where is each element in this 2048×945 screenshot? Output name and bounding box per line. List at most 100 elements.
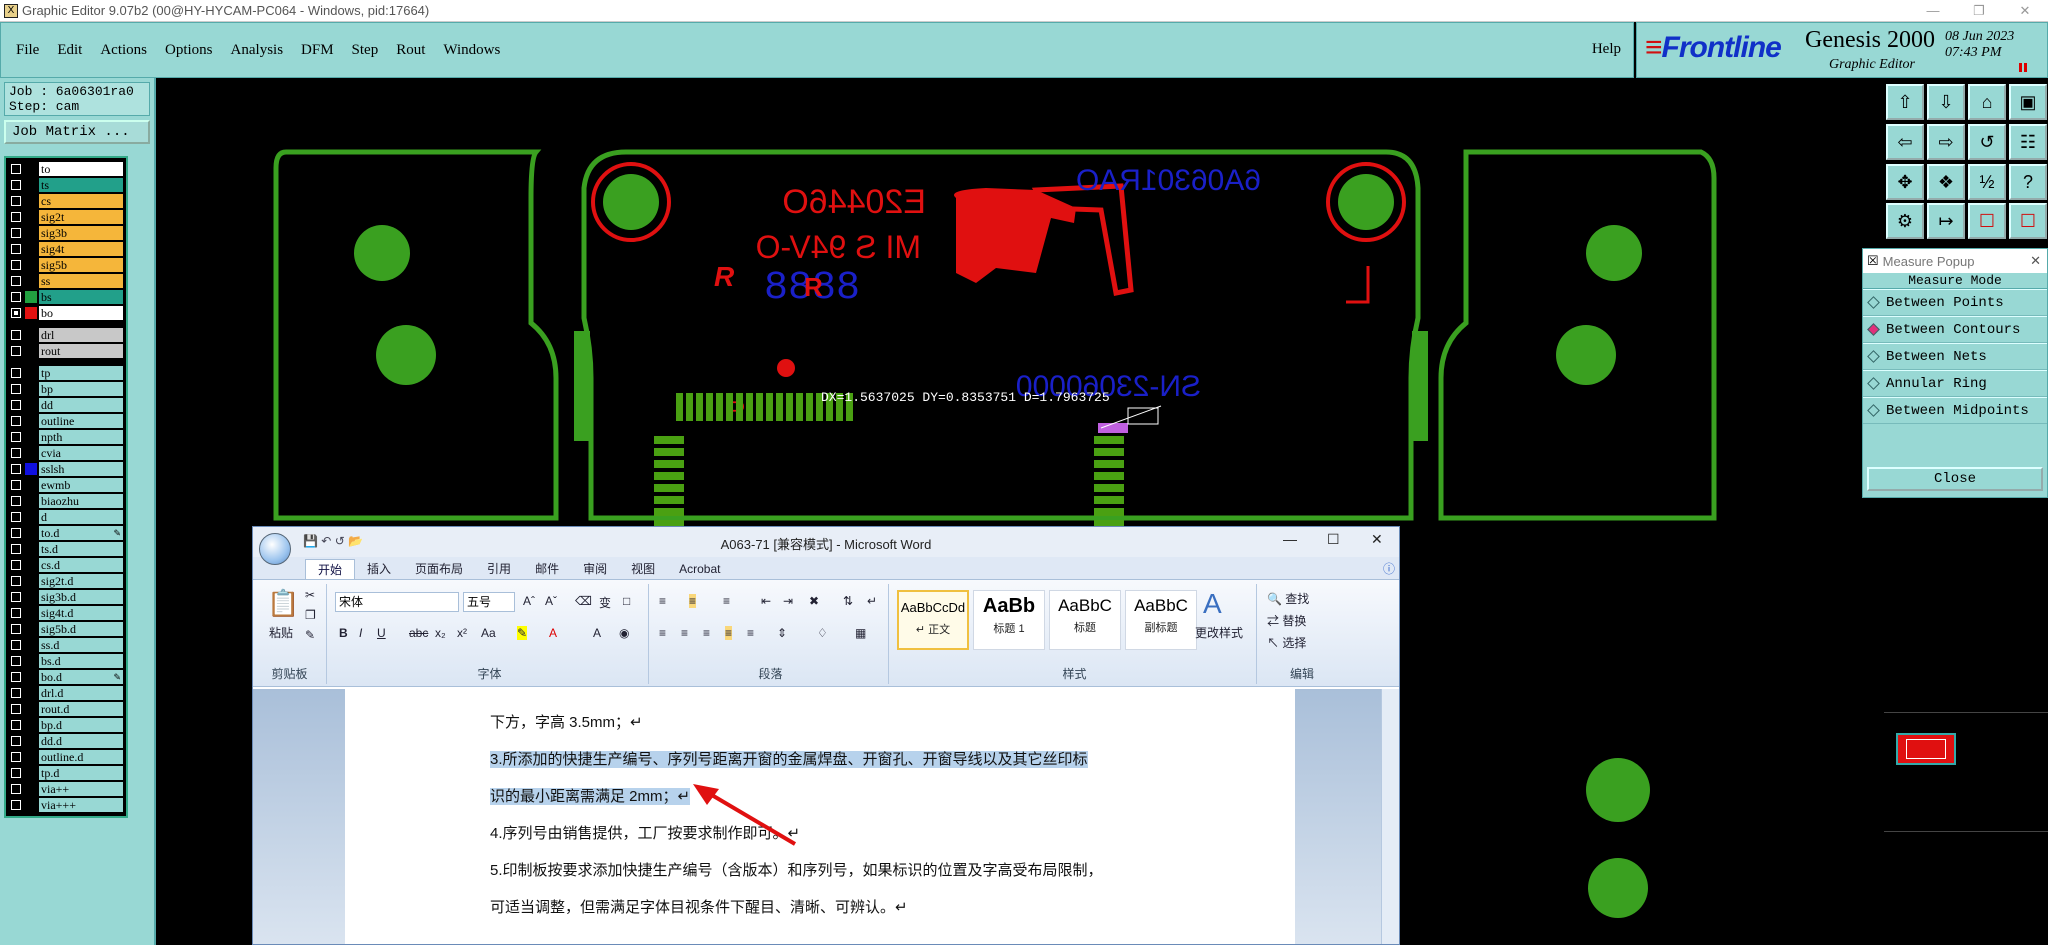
layer-checkbox[interactable] xyxy=(11,384,21,394)
net-icon[interactable]: ☐ xyxy=(1968,203,2006,240)
layer-checkbox[interactable] xyxy=(11,784,21,794)
bold-icon[interactable]: B xyxy=(339,626,348,640)
layer-name[interactable]: bs xyxy=(39,290,123,304)
char-shading-icon[interactable]: A xyxy=(593,626,601,640)
layer-row[interactable]: tp xyxy=(9,365,123,381)
tab-page-layout[interactable]: 页面布局 xyxy=(403,559,475,579)
layer-row[interactable]: biaozhu xyxy=(9,493,123,509)
layer-row[interactable]: sig5b xyxy=(9,257,123,273)
tab-view[interactable]: 视图 xyxy=(619,559,667,579)
change-styles-label[interactable]: 更改样式 xyxy=(1195,624,1243,641)
doc-line-2[interactable]: 3.所添加的快捷生产编号、序列号距离开窗的金属焊盘、开窗孔、开窗导线以及其它丝印… xyxy=(490,748,1088,769)
layer-name[interactable]: via+++ xyxy=(39,798,123,812)
underline-icon[interactable]: U xyxy=(377,626,386,640)
layer-checkbox[interactable] xyxy=(11,416,21,426)
layer-name[interactable]: bp.d xyxy=(39,718,123,732)
layer-row[interactable]: via++ xyxy=(9,781,123,797)
office-button-icon[interactable] xyxy=(259,533,291,565)
align-center-icon[interactable]: ≡ xyxy=(681,626,688,640)
layer-row[interactable]: sslsh xyxy=(9,461,123,477)
layer-checkbox[interactable] xyxy=(11,576,21,586)
selected-text[interactable]: 识的最小距离需满足 2mm；↵ xyxy=(490,788,691,805)
char-border-icon[interactable]: □ xyxy=(623,594,630,608)
layer-row[interactable]: drl.d xyxy=(9,685,123,701)
layer-checkbox[interactable] xyxy=(11,496,21,506)
redraw-icon[interactable]: ↺ xyxy=(1968,123,2006,160)
layer-name[interactable]: ewmb xyxy=(39,478,123,492)
zoom-home-icon[interactable]: ⇧ xyxy=(1886,84,1924,120)
help-icon[interactable]: ? xyxy=(2009,163,2047,200)
zoom-out-icon[interactable]: ⇩ xyxy=(1927,84,1965,120)
close-button[interactable]: Close xyxy=(1867,467,2043,491)
layer-checkbox[interactable] xyxy=(11,560,21,570)
layer-checkbox[interactable] xyxy=(11,464,21,474)
menu-analysis[interactable]: Analysis xyxy=(222,42,293,59)
style-heading-1[interactable]: AaBb 标题 1 xyxy=(973,590,1045,650)
style-subtitle[interactable]: AaBbC 副标题 xyxy=(1125,590,1197,650)
grid-icon[interactable]: ☷ xyxy=(2009,123,2047,160)
tab-mailings[interactable]: 邮件 xyxy=(523,559,571,579)
ribbon-help-icon[interactable]: ⓘ xyxy=(1383,560,1395,577)
superscript-icon[interactable]: x² xyxy=(457,626,467,640)
layer-name[interactable]: drl xyxy=(39,328,123,342)
menu-windows[interactable]: Windows xyxy=(434,42,509,59)
change-styles-icon[interactable]: A xyxy=(1203,588,1222,620)
close-icon[interactable]: ✕ xyxy=(2030,253,2041,269)
layer-row[interactable]: ts xyxy=(9,177,123,193)
line-spacing-icon[interactable]: ⇕ xyxy=(777,626,787,640)
layer-checkbox[interactable] xyxy=(11,164,21,174)
layer-checkbox[interactable] xyxy=(11,608,21,618)
layer-checkbox[interactable] xyxy=(11,640,21,650)
selected-text[interactable]: 3.所添加的快捷生产编号、序列号距离开窗的金属焊盘、开窗孔、开窗导线以及其它丝印… xyxy=(490,751,1088,768)
layers-icon[interactable]: ☐ xyxy=(2009,203,2047,240)
layer-name[interactable]: bs.d xyxy=(39,654,123,668)
layer-row[interactable]: bo.d ✎ xyxy=(9,669,123,685)
bullets-icon[interactable]: ≡ xyxy=(659,594,666,608)
layer-row[interactable]: ss.d xyxy=(9,637,123,653)
layer-name[interactable]: to.d ✎ xyxy=(39,526,123,540)
close-icon[interactable]: ✕ xyxy=(2002,0,2048,22)
tab-insert[interactable]: 插入 xyxy=(355,559,403,579)
layer-name[interactable]: ts xyxy=(39,178,123,192)
layer-name[interactable]: bp xyxy=(39,382,123,396)
layer-row[interactable]: dd xyxy=(9,397,123,413)
tab-acrobat[interactable]: Acrobat xyxy=(667,559,732,579)
layer-row[interactable]: ss xyxy=(9,273,123,289)
layer-checkbox[interactable] xyxy=(11,656,21,666)
layer-row[interactable]: tp.d xyxy=(9,765,123,781)
align-right-icon[interactable]: ≡ xyxy=(703,626,710,640)
document-scrollbar[interactable] xyxy=(1381,689,1399,944)
layer-name[interactable]: sig5b xyxy=(39,258,123,272)
layer-row[interactable]: d xyxy=(9,509,123,525)
layer-checkbox[interactable] xyxy=(11,528,21,538)
layer-row[interactable]: bo xyxy=(9,305,123,321)
justify-icon[interactable]: ≡ xyxy=(725,626,733,640)
layer-row[interactable]: sig3b xyxy=(9,225,123,241)
menu-options[interactable]: Options xyxy=(156,42,222,59)
layer-checkbox[interactable] xyxy=(11,260,21,270)
word-close-icon[interactable]: ✕ xyxy=(1371,531,1383,548)
menu-actions[interactable]: Actions xyxy=(91,42,156,59)
layer-name[interactable]: sig2t.d xyxy=(39,574,123,588)
cut-icon[interactable]: ✂ xyxy=(305,588,315,602)
layer-name[interactable]: cs.d xyxy=(39,558,123,572)
layer-checkbox[interactable] xyxy=(11,244,21,254)
grow-font-icon[interactable]: Aˆ xyxy=(523,594,535,608)
layer-name[interactable]: via++ xyxy=(39,782,123,796)
layer-checkbox[interactable] xyxy=(11,512,21,522)
layer-checkbox[interactable] xyxy=(11,346,21,356)
paste-icon[interactable]: 📋 xyxy=(267,588,299,619)
layer-checkbox[interactable] xyxy=(11,292,21,302)
home-icon[interactable]: ⌂ xyxy=(1968,84,2006,120)
layer-checkbox[interactable] xyxy=(11,544,21,554)
option-between-contours[interactable]: Between Contours xyxy=(1863,316,2047,343)
layer-row[interactable]: dd.d xyxy=(9,733,123,749)
layer-checkbox[interactable] xyxy=(11,752,21,762)
layer-row[interactable]: via+++ xyxy=(9,797,123,813)
layer-name[interactable]: tp.d xyxy=(39,766,123,780)
doc-line-5[interactable]: 5.印制板按要求添加快捷生产编号（含版本）和序列号，如果标识的位置及字高受布局限… xyxy=(490,859,1103,880)
layer-name[interactable]: cvia xyxy=(39,446,123,460)
menu-step[interactable]: Step xyxy=(343,42,388,59)
layer-name[interactable]: npth xyxy=(39,430,123,444)
document-area[interactable]: 下方，字高 3.5mm；↵ 3.所添加的快捷生产编号、序列号距离开窗的金属焊盘、… xyxy=(253,689,1399,944)
